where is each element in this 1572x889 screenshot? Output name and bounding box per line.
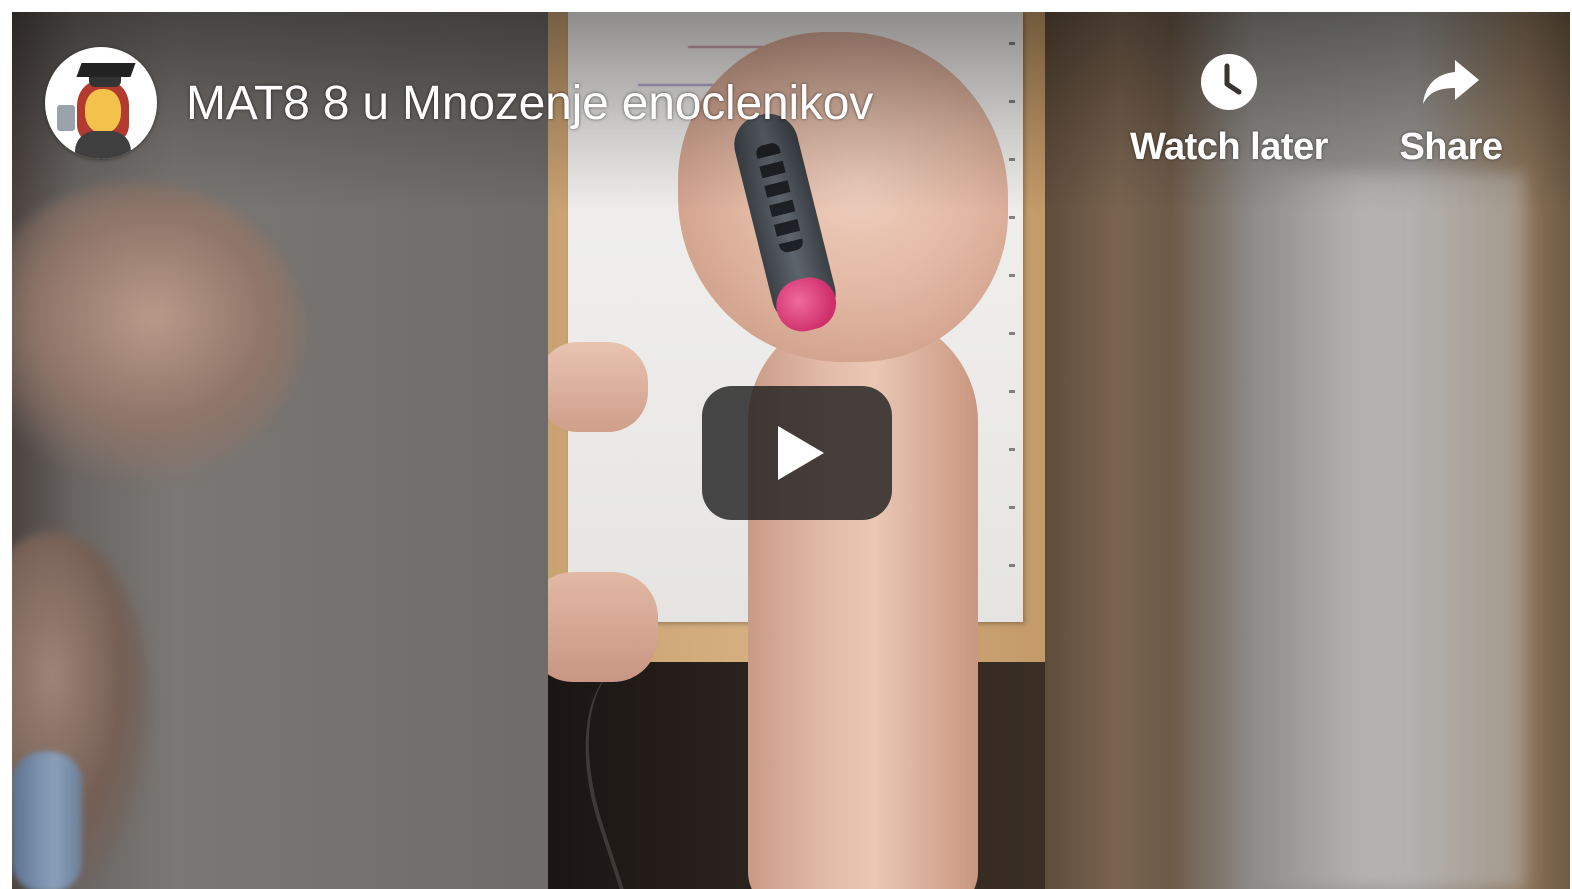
channel-avatar[interactable]	[45, 47, 157, 159]
clock-icon	[1199, 52, 1259, 112]
blurred-marker	[12, 752, 82, 889]
video-player[interactable]: MAT8 8 u Mnozenje enoclenikov Watch late…	[12, 12, 1570, 889]
blurred-paper	[1255, 172, 1525, 889]
share-arrow-icon	[1421, 52, 1481, 112]
watch-later-button[interactable]: Watch later	[1124, 52, 1334, 169]
tablet-icon	[57, 105, 75, 131]
play-icon	[778, 426, 824, 480]
avatar-body	[75, 131, 131, 159]
share-label: Share	[1399, 126, 1503, 168]
avatar-face	[85, 89, 121, 133]
video-title-link[interactable]: MAT8 8 u Mnozenje enoclenikov	[186, 76, 873, 131]
share-button[interactable]: Share	[1396, 52, 1506, 169]
left-hand-fingers	[548, 342, 648, 432]
graduation-cap-icon	[76, 63, 136, 77]
watch-later-label: Watch later	[1130, 126, 1328, 168]
left-hand-fingers	[548, 572, 658, 682]
play-button[interactable]	[702, 386, 892, 520]
blurred-finger	[12, 182, 302, 482]
